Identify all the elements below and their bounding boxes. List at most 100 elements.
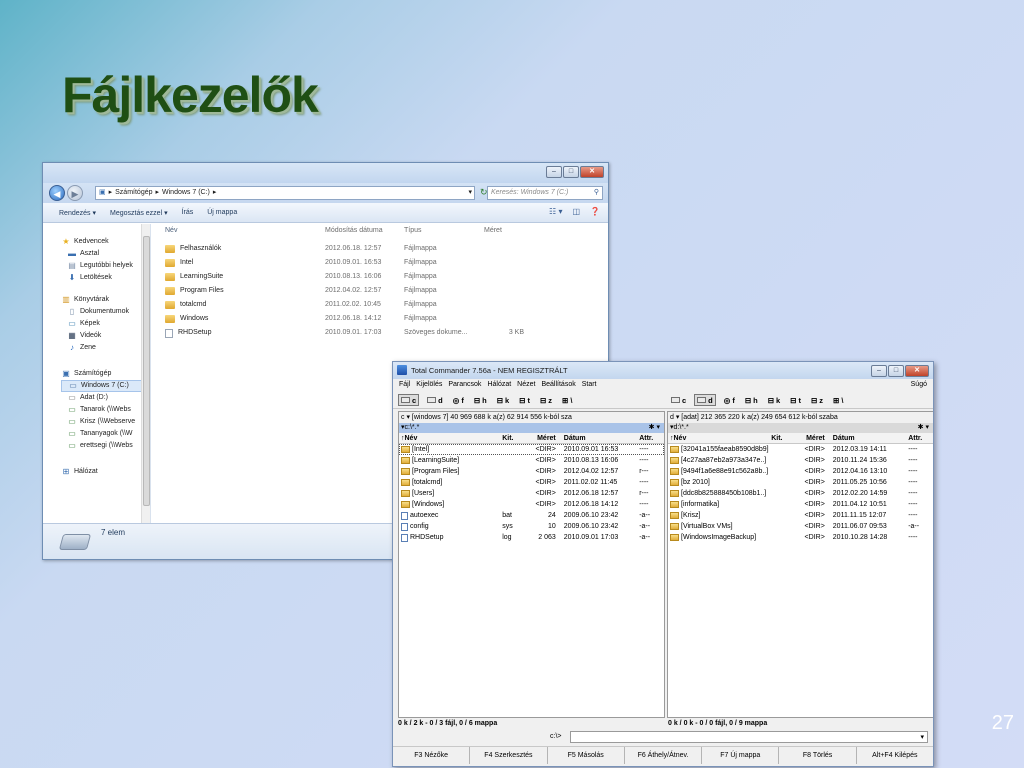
column-size[interactable]: Méret bbox=[484, 224, 524, 238]
address-bar[interactable]: ▣ ▸ Számítógép ▸ Windows 7 (C:) ▸ ▾ bbox=[95, 186, 475, 200]
drive-button-z[interactable]: ⊟ z bbox=[809, 394, 825, 406]
file-row[interactable]: LearningSuite 2010.08.13. 16:06 Fájlmappa bbox=[151, 270, 608, 284]
list-item[interactable]: [totalcmd] <DIR> 2011.02.02 11:45 ---- bbox=[399, 477, 664, 488]
nav-item-videos[interactable]: ▦ Videók bbox=[61, 330, 150, 342]
search-icon[interactable]: ⚲ bbox=[594, 187, 599, 199]
breadcrumb-computer[interactable]: Számítógép bbox=[115, 187, 152, 199]
nav-item-network-drive[interactable]: ▭ Krisz (\\Webserve bbox=[61, 416, 150, 428]
file-row[interactable]: Felhasználók 2012.06.18. 12:57 Fájlmappa bbox=[151, 242, 608, 256]
column-attr[interactable]: Attr. bbox=[639, 433, 664, 443]
f6-move-button[interactable]: F6 Áthely/Átnev. bbox=[625, 747, 703, 764]
file-row[interactable]: Windows 2012.06.18. 14:12 Fájlmappa bbox=[151, 312, 608, 326]
f8-delete-button[interactable]: F8 Törlés bbox=[779, 747, 857, 764]
drive-info-bar[interactable]: c ▾ [windows 7] 40 969 688 k a(z) 62 914… bbox=[399, 412, 664, 423]
menu-commands[interactable]: Parancsok bbox=[448, 379, 481, 391]
forward-button[interactable]: ▶ bbox=[67, 185, 83, 201]
drive-button-t[interactable]: ⊟ t bbox=[788, 394, 803, 406]
nav-item-network-drive[interactable]: ▭ erettsegi (\\Webs bbox=[61, 440, 150, 452]
nav-item-desktop[interactable]: ▬ Asztal bbox=[61, 248, 150, 260]
breadcrumb-drive[interactable]: Windows 7 (C:) bbox=[162, 187, 210, 199]
drive-button-t[interactable]: ⊟ t bbox=[517, 394, 532, 406]
minimize-button[interactable]: – bbox=[871, 365, 887, 377]
list-item[interactable]: [informatika] <DIR> 2011.04.12 10:51 ---- bbox=[668, 499, 933, 510]
nav-item-favorites[interactable]: ★ Kedvencek bbox=[61, 236, 150, 248]
nav-item-libraries[interactable]: ▥ Könyvtárak bbox=[61, 294, 150, 306]
list-item[interactable]: [9494f1a6e88e91c562a8b..] <DIR> 2012.04.16… bbox=[668, 466, 933, 477]
drive-button-k[interactable]: ⊟ k bbox=[495, 394, 511, 406]
sort-arrows-icon[interactable]: ✱ ▾ bbox=[649, 423, 660, 433]
column-ext[interactable]: Kit. bbox=[771, 433, 791, 443]
command-input[interactable]: ▾ bbox=[570, 731, 928, 743]
help-icon[interactable]: ❓ bbox=[590, 207, 600, 216]
maximize-button[interactable]: □ bbox=[888, 365, 904, 377]
drive-button-d[interactable]: d bbox=[425, 394, 445, 406]
drive-button-h[interactable]: ⊟ h bbox=[743, 394, 760, 406]
nav-item-documents[interactable]: ▯ Dokumentumok bbox=[61, 306, 150, 318]
list-item[interactable]: [4c27aa87eb2a973a347e..] <DIR> 2010.11.24 … bbox=[668, 455, 933, 466]
column-name[interactable]: ↑Név bbox=[399, 433, 502, 443]
sort-arrows-icon[interactable]: ✱ ▾ bbox=[918, 423, 929, 433]
nav-item-pictures[interactable]: ▭ Képek bbox=[61, 318, 150, 330]
menu-help[interactable]: Súgó bbox=[911, 379, 927, 391]
column-date[interactable]: Dátum bbox=[829, 433, 908, 443]
drive-button-k[interactable]: ⊟ k bbox=[766, 394, 782, 406]
nav-item-network-drive[interactable]: ▭ Tananyagok (\\W bbox=[61, 428, 150, 440]
menu-network[interactable]: Hálózat bbox=[487, 379, 511, 391]
drive-info-bar[interactable]: d ▾ [adat] 212 365 220 k a(z) 249 654 61… bbox=[668, 412, 933, 423]
menu-configuration[interactable]: Beállítások bbox=[541, 379, 575, 391]
drive-button-network[interactable]: ⊞ \ bbox=[831, 394, 845, 406]
burn-button[interactable]: Írás bbox=[182, 209, 194, 216]
list-item[interactable]: [Program Files] <DIR> 2012.04.02 12:57 r--- bbox=[399, 466, 664, 477]
list-item[interactable]: [VirtualBox VMs] <DIR> 2011.06.07 09:53 -a-… bbox=[668, 521, 933, 532]
share-button[interactable]: Megosztás ezzel ▾ bbox=[110, 209, 168, 217]
drive-button-c[interactable]: c bbox=[669, 394, 688, 406]
view-options-icon[interactable]: ☷ ▾ bbox=[549, 207, 562, 216]
drive-button-f[interactable]: ◎ f bbox=[722, 394, 737, 406]
menu-view[interactable]: Nézet bbox=[517, 379, 535, 391]
nav-item-downloads[interactable]: ⬇ Letöltések bbox=[61, 272, 150, 284]
column-name[interactable]: ↑Név bbox=[668, 433, 771, 443]
column-name[interactable]: Név bbox=[151, 224, 325, 238]
list-item[interactable]: [bz 2010] <DIR> 2011.05.25 10:56 ---- bbox=[668, 477, 933, 488]
menu-start[interactable]: Start bbox=[582, 379, 597, 391]
close-button[interactable]: ✕ bbox=[905, 365, 929, 377]
file-row[interactable]: Program Files 2012.04.02. 12:57 Fájlmappa bbox=[151, 284, 608, 298]
drive-button-f[interactable]: ◎ f bbox=[451, 394, 466, 406]
new-folder-button[interactable]: Új mappa bbox=[207, 209, 237, 216]
menu-file[interactable]: Fájl bbox=[399, 379, 410, 391]
list-item[interactable]: [Windows] <DIR> 2012.06.18 14:12 ---- bbox=[399, 499, 664, 510]
drive-button-network[interactable]: ⊞ \ bbox=[560, 394, 574, 406]
column-size[interactable]: Méret bbox=[791, 433, 829, 443]
nav-item-network[interactable]: ⊞ Hálózat bbox=[61, 466, 150, 478]
list-item[interactable]: [LearningSuite] <DIR> 2010.08.13 16:06 ---- bbox=[399, 455, 664, 466]
path-bar[interactable]: ▾c:\*.* ✱ ▾ bbox=[399, 423, 664, 433]
f3-view-button[interactable]: F3 Nézőke bbox=[393, 747, 471, 764]
drive-button-c[interactable]: c bbox=[398, 394, 420, 406]
column-type[interactable]: Típus bbox=[404, 224, 484, 238]
list-item[interactable]: RHDSetup log 2 063 2010.09.01 17:03 -a-- bbox=[399, 532, 664, 543]
column-attr[interactable]: Attr. bbox=[908, 433, 933, 443]
menu-mark[interactable]: Kijelölés bbox=[416, 379, 442, 391]
nav-item-network-drive[interactable]: ▭ Tanarok (\\Webs bbox=[61, 404, 150, 416]
column-date[interactable]: Módosítás dátuma bbox=[325, 224, 404, 238]
drive-button-z[interactable]: ⊟ z bbox=[538, 394, 554, 406]
list-item[interactable]: [32041a155faeab8590d8b9] <DIR> 2012.03.19 … bbox=[668, 444, 933, 455]
nav-item-recent[interactable]: ▤ Legutóbbi helyek bbox=[61, 260, 150, 272]
nav-item-computer[interactable]: ▣ Számítógép bbox=[61, 368, 150, 380]
f4-edit-button[interactable]: F4 Szerkesztés bbox=[470, 747, 548, 764]
back-button[interactable]: ◀ bbox=[49, 185, 65, 201]
column-ext[interactable]: Kit. bbox=[502, 433, 522, 443]
chevron-down-icon[interactable]: ▾ bbox=[920, 732, 924, 744]
nav-item-drive-d[interactable]: ▭ Adat (D:) bbox=[61, 392, 150, 404]
file-row[interactable]: RHDSetup 2010.09.01. 17:03 Szöveges dokume… bbox=[151, 326, 608, 340]
scrollbar-thumb[interactable] bbox=[143, 236, 150, 506]
maximize-button[interactable]: □ bbox=[563, 166, 579, 178]
nav-scrollbar[interactable] bbox=[141, 224, 150, 523]
f5-copy-button[interactable]: F5 Másolás bbox=[548, 747, 625, 764]
organize-button[interactable]: Rendezés ▾ bbox=[59, 209, 96, 217]
column-size[interactable]: Méret bbox=[522, 433, 560, 443]
drive-button-d[interactable]: d bbox=[694, 394, 716, 406]
list-item[interactable]: [ddc8b825888450b108b1..] <DIR> 2012.02.20 … bbox=[668, 488, 933, 499]
preview-pane-icon[interactable]: ◫ bbox=[572, 207, 580, 216]
close-button[interactable]: ✕ bbox=[580, 166, 604, 178]
